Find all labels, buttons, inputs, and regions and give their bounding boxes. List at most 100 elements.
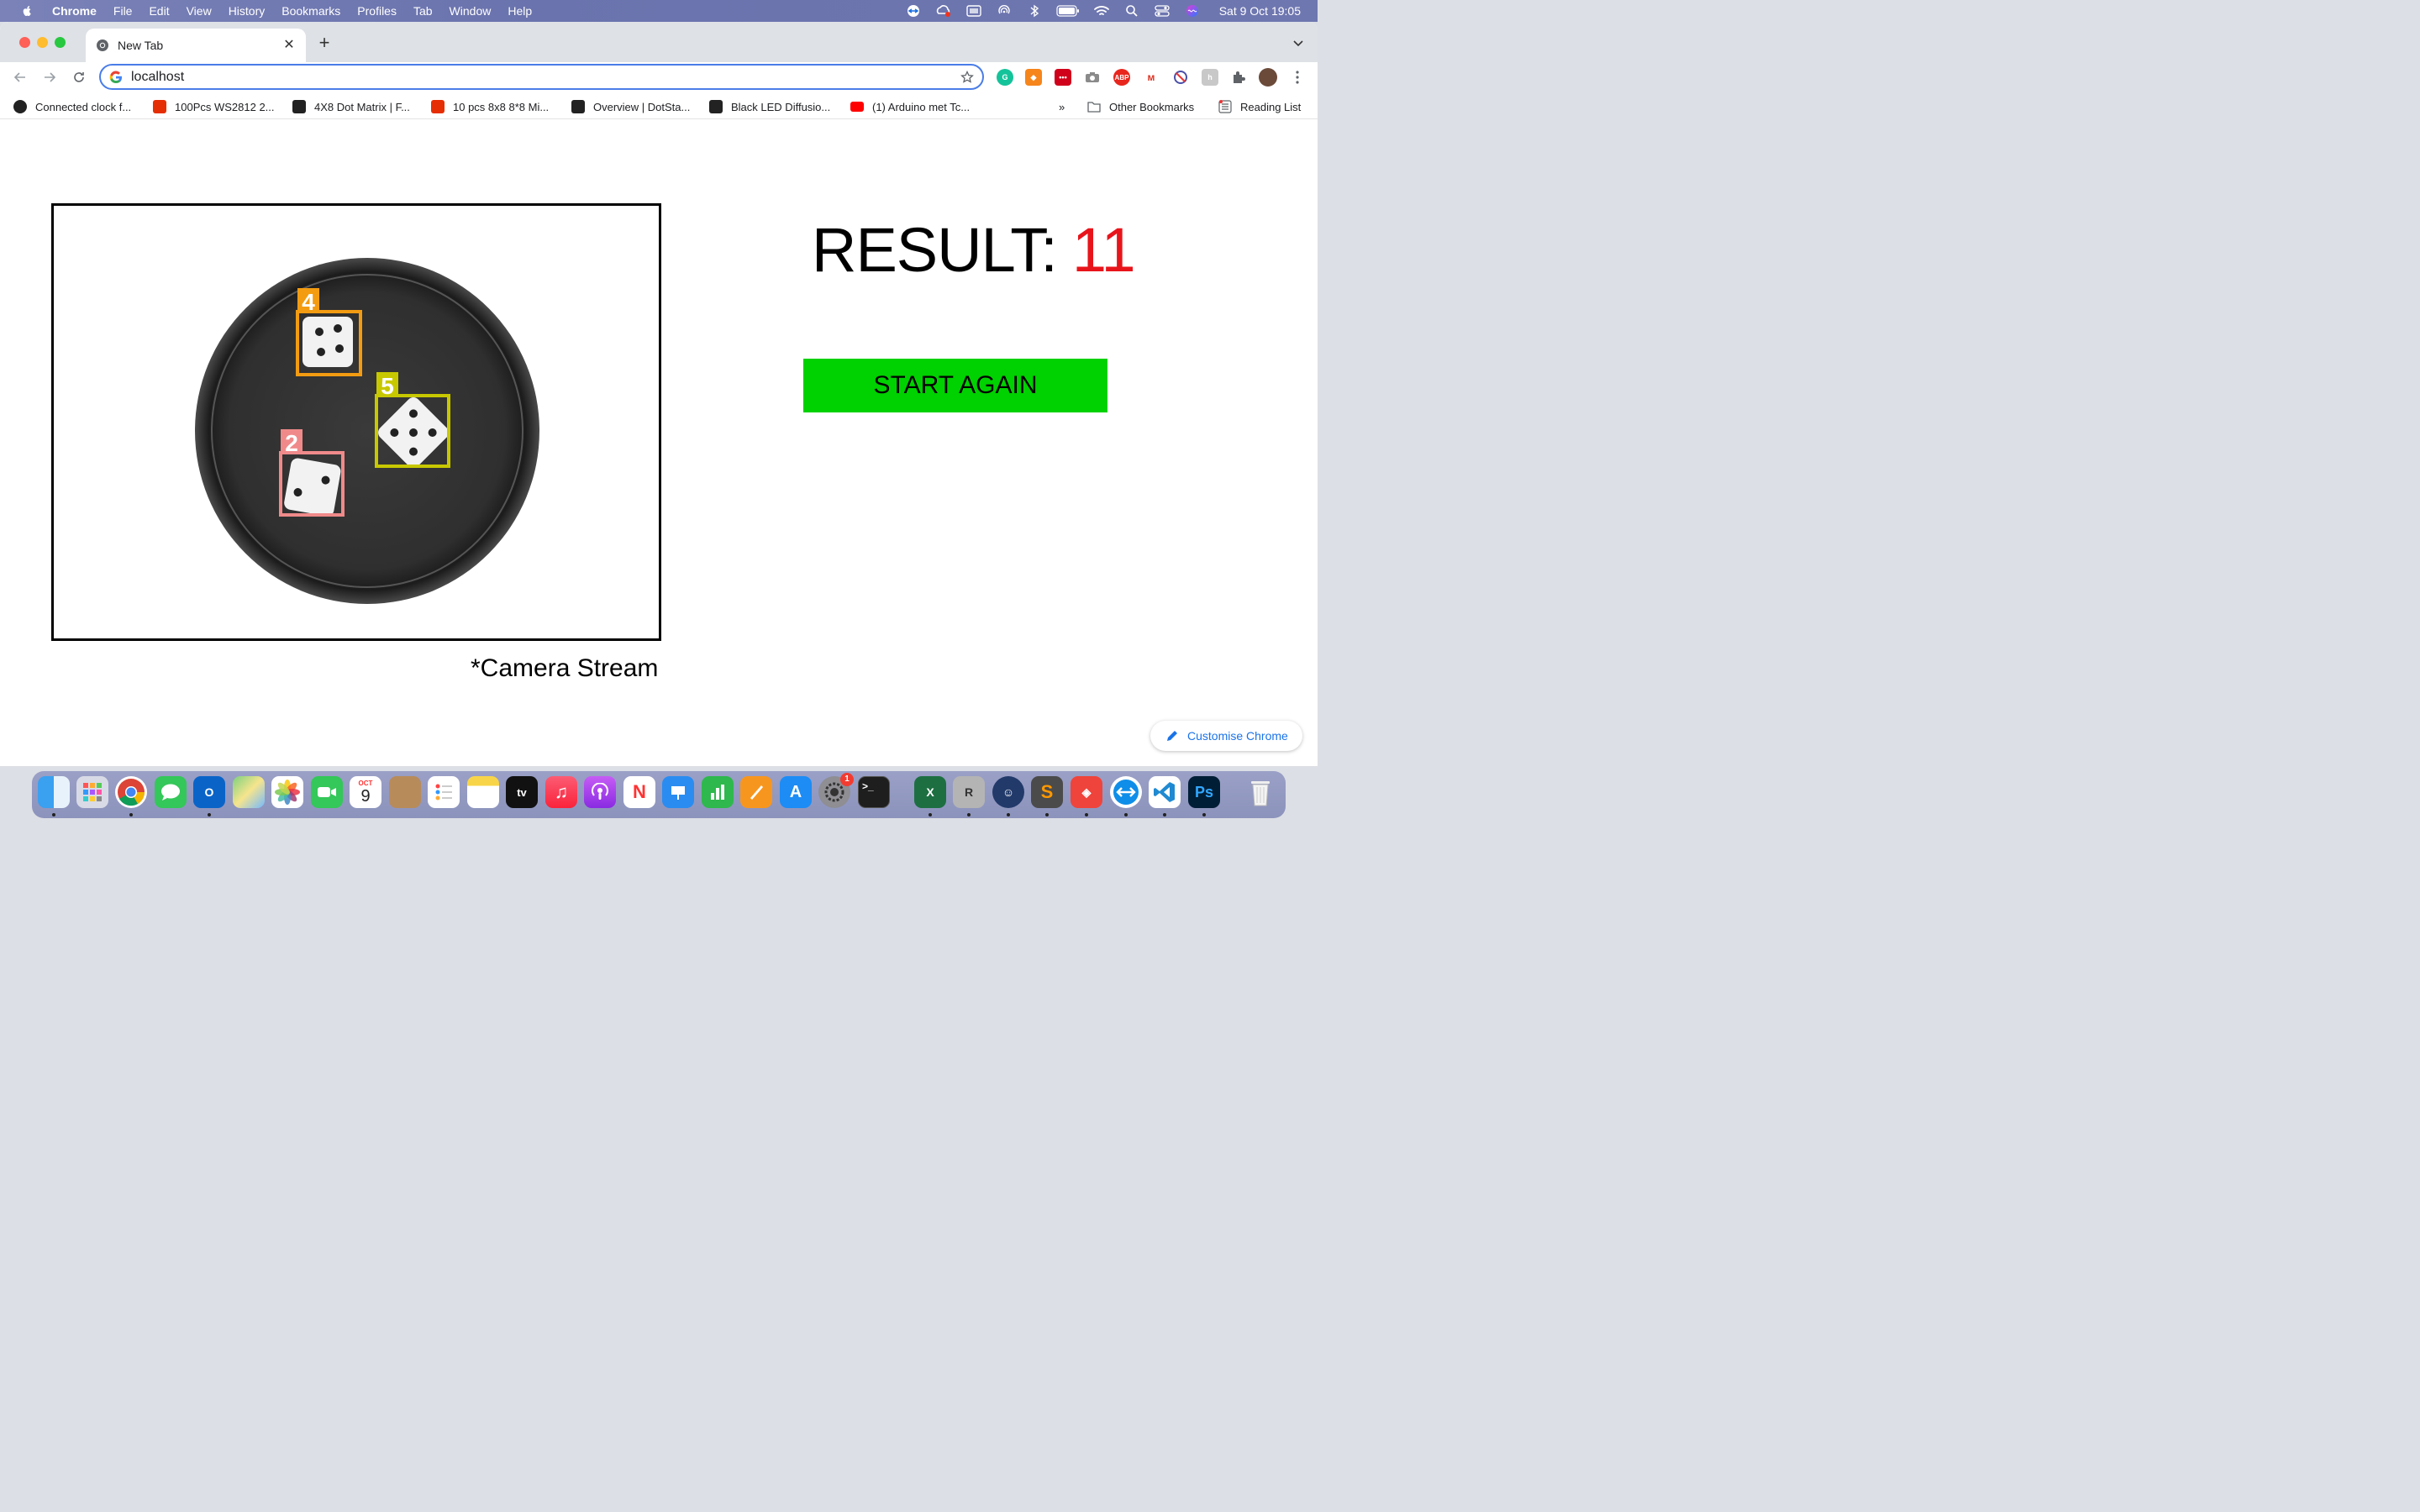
lastpass-extension-icon[interactable]: ••• [1055,69,1071,86]
running-indicator [1124,813,1128,816]
bookmark-item[interactable]: 100Pcs WS2812 2... [153,99,275,114]
bookmark-item[interactable]: Connected clock f... [13,99,131,114]
back-button[interactable] [12,69,29,86]
menu-bookmarks[interactable]: Bookmarks [281,4,340,18]
trash-icon[interactable] [1244,776,1276,808]
customise-chrome-button[interactable]: Customise Chrome [1150,721,1302,751]
outlook-icon[interactable]: O [193,776,225,808]
reminders-icon[interactable] [428,776,460,808]
bookmark-label: Overview | DotSta... [593,100,691,113]
start-again-button[interactable]: START AGAIN [803,359,1107,412]
status-menus: Sat 9 Oct 19:05 [905,0,1301,22]
display-icon[interactable] [965,4,982,18]
folder-icon [1087,102,1101,113]
adafruit-icon [571,100,585,113]
menu-window[interactable]: Window [450,4,492,18]
anydesk-icon[interactable]: ◈ [1071,776,1102,808]
contacts-icon[interactable] [389,776,421,808]
airdrop-icon[interactable] [996,4,1013,18]
creative-cloud-icon[interactable] [935,4,952,18]
bookmark-item[interactable]: Overview | DotSta... [571,99,690,114]
minimize-window-button[interactable] [37,37,48,48]
system-preferences-icon[interactable]: 1 [818,773,854,808]
chrome-icon[interactable] [115,776,147,808]
teamviewer-icon[interactable] [1110,776,1142,808]
news-icon[interactable]: N [623,776,655,808]
menu-help[interactable]: Help [508,4,532,18]
tab-new-tab[interactable]: New Tab ✕ [86,29,306,62]
menu-profiles[interactable]: Profiles [357,4,397,18]
result-value: 11 [1071,215,1136,285]
forward-button[interactable] [41,69,58,86]
facetime-icon[interactable] [311,776,343,808]
menu-file[interactable]: File [113,4,133,18]
calendar-icon[interactable]: OCT 9 [350,776,381,808]
menu-tab[interactable]: Tab [413,4,433,18]
keynote-icon[interactable] [662,776,694,808]
aliexpress-icon [431,100,445,113]
bookmark-star-icon[interactable] [960,71,974,84]
running-indicator [52,813,55,816]
podcasts-icon[interactable] [584,776,616,808]
messages-icon[interactable] [155,776,187,808]
address-bar[interactable]: localhost [99,64,984,90]
menu-view[interactable]: View [187,4,212,18]
blocker-extension-icon[interactable] [1172,69,1189,86]
new-tab-button[interactable]: + [316,34,333,52]
bookmark-item[interactable]: 10 pcs 8x8 8*8 Mi... [431,99,549,114]
close-window-button[interactable] [19,37,30,48]
rhino-icon[interactable]: R [953,776,985,808]
bluetooth-icon[interactable] [1026,4,1043,18]
battery-icon[interactable] [1056,4,1080,18]
tab-title: New Tab [118,39,164,52]
tab-search-chevron-icon[interactable] [1292,37,1304,49]
cyberduck-icon[interactable]: ☺ [992,776,1024,808]
siri-icon[interactable] [1184,4,1201,18]
control-center-icon[interactable] [1154,4,1171,18]
wifi-icon[interactable] [1093,4,1110,18]
bookmark-item[interactable]: 4X8 Dot Matrix | F... [292,99,410,114]
adblock-plus-extension-icon[interactable]: ABP [1113,69,1130,86]
screenshot-extension-icon[interactable] [1084,69,1101,86]
tv-icon[interactable]: tv [506,776,538,808]
excel-icon[interactable]: X [914,776,946,808]
zoom-window-button[interactable] [55,37,66,48]
grammarly-extension-icon[interactable]: G [997,69,1013,86]
close-tab-icon[interactable]: ✕ [282,39,296,52]
teamviewer-status-icon[interactable] [905,4,922,18]
mcafee-extension-icon[interactable]: ᴍ [1143,69,1160,86]
photoshop-icon[interactable]: Ps [1188,776,1220,808]
bookmark-label: 10 pcs 8x8 8*8 Mi... [453,100,550,113]
bookmark-item[interactable]: Black LED Diffusio... [709,99,830,114]
notes-icon[interactable] [467,776,499,808]
app-store-icon[interactable]: A [780,776,812,808]
music-icon[interactable]: ♫ [545,776,577,808]
bookmarks-overflow-button[interactable]: » [1059,99,1065,114]
terminal-icon[interactable]: >_ [858,776,890,808]
finder-icon[interactable] [38,776,70,808]
apple-icon[interactable] [20,4,34,18]
spotlight-icon[interactable] [1123,4,1140,18]
profile-avatar[interactable] [1259,68,1277,87]
chrome-menu-icon[interactable] [1289,69,1306,86]
numbers-icon[interactable] [702,776,734,808]
menu-history[interactable]: History [229,4,266,18]
sublime-icon[interactable]: S [1031,776,1063,808]
reading-list-button[interactable]: Reading List [1218,99,1301,114]
photos-icon[interactable] [271,776,303,808]
launchpad-icon[interactable] [76,776,108,808]
metamask-extension-icon[interactable]: ◆ [1025,69,1042,86]
running-indicator [1202,813,1206,816]
extensions-puzzle-icon[interactable] [1230,69,1247,86]
bookmark-item[interactable]: (1) Arduino met Tc... [850,99,970,114]
menu-edit[interactable]: Edit [149,4,169,18]
reload-button[interactable] [71,69,87,86]
hp-extension-icon[interactable]: h [1202,69,1218,86]
pages-icon[interactable] [740,776,772,808]
bookmark-label: (1) Arduino met Tc... [872,100,971,113]
vscode-icon[interactable] [1149,776,1181,808]
menu-clock[interactable]: Sat 9 Oct 19:05 [1219,4,1301,18]
menu-app-name[interactable]: Chrome [52,4,97,18]
maps-icon[interactable] [233,776,265,808]
other-bookmarks-folder[interactable]: Other Bookmarks [1087,99,1194,114]
